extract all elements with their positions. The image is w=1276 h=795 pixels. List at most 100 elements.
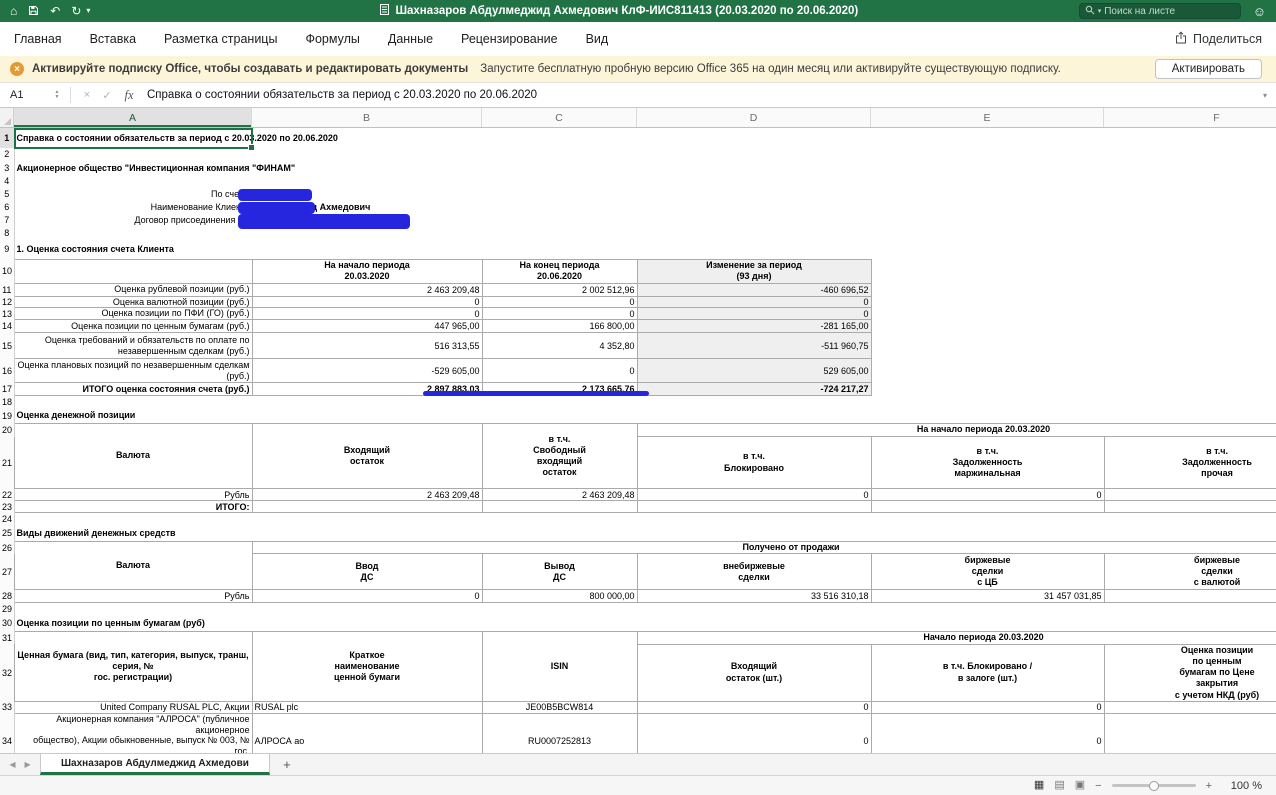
row-header-27[interactable]: 27 <box>0 553 15 590</box>
row-header-9[interactable]: 9 <box>0 239 15 259</box>
cell-b15[interactable]: 516 313,55 <box>251 332 483 360</box>
empty-cell[interactable] <box>871 259 1276 283</box>
cell-f28[interactable] <box>1103 589 1276 604</box>
row-header-33[interactable]: 33 <box>0 701 15 714</box>
row-header-11[interactable]: 11 <box>0 283 15 296</box>
row-header-20[interactable]: 20 <box>0 423 15 437</box>
cell-f21-header[interactable]: в т.ч. Задолженность прочая <box>1103 436 1276 490</box>
row-header-18[interactable]: 18 <box>0 395 15 408</box>
sheet-tab-active[interactable]: Шахназаров Абдулмеджид Ахмедови <box>40 754 270 775</box>
cell-b20-header[interactable]: Входящий остаток <box>251 423 483 490</box>
cell-d27-header[interactable]: внебиржевые сделки <box>636 553 872 591</box>
page-break-view-icon[interactable]: ▣ <box>1075 780 1085 791</box>
cell-a31-security-header[interactable]: Ценная бумага (вид, тип, категория, выпу… <box>13 631 253 702</box>
cell-b11[interactable]: 2 463 209,48 <box>251 282 483 297</box>
cell-a20-currency-header[interactable]: Валюта <box>13 423 253 490</box>
column-header-f[interactable]: F <box>1104 108 1276 127</box>
cell-d33[interactable]: 0 <box>636 700 872 714</box>
zoom-in-button[interactable]: + <box>1206 780 1212 792</box>
cell-d13[interactable]: 0 <box>636 307 872 321</box>
name-box-stepper[interactable]: ▲ ▼ <box>50 83 64 107</box>
column-header-d[interactable]: D <box>637 108 871 127</box>
column-header-a[interactable]: A <box>14 108 252 127</box>
cell-c15[interactable]: 4 352,80 <box>481 332 638 360</box>
cell-c34-isin[interactable]: RU0007252813 <box>481 712 638 753</box>
cell-a23-itogo[interactable]: ИТОГО: <box>13 500 253 514</box>
fx-icon[interactable]: fx <box>117 83 141 107</box>
cell-b5-redacted[interactable] <box>252 187 1276 200</box>
cell-a22-currency[interactable]: Рубль <box>13 488 253 502</box>
cell-e21-header[interactable]: в т.ч. Задолженность маржинальная <box>870 436 1105 490</box>
empty-cell[interactable] <box>871 383 1276 396</box>
cell-c12[interactable]: 0 <box>481 295 638 309</box>
row-header-22[interactable]: 22 <box>0 488 15 501</box>
empty-cell[interactable] <box>871 359 1276 383</box>
prev-sheet-icon[interactable]: ◀ <box>9 760 15 769</box>
empty-cell[interactable] <box>14 603 1276 615</box>
normal-view-icon[interactable]: ▦ <box>1034 780 1044 791</box>
cell-b26-sales-span[interactable]: Получено от продажи <box>251 541 1276 555</box>
cell-c16[interactable]: 0 <box>481 358 638 384</box>
cell-e33[interactable]: 0 <box>870 700 1105 714</box>
cell-d11[interactable]: -460 696,52 <box>636 282 872 297</box>
cell-b13[interactable]: 0 <box>251 307 483 321</box>
cell-a17-total-label[interactable]: ИТОГО оценка состояния счета (руб.) <box>13 382 253 397</box>
cell-f22[interactable] <box>1103 488 1276 502</box>
cell-b34[interactable]: АЛРОСА ао <box>251 712 483 753</box>
cell-a14-label[interactable]: Оценка позиции по ценным бумагам (руб.) <box>13 319 253 334</box>
row-header-5[interactable]: 5 <box>0 187 15 200</box>
row-header-17[interactable]: 17 <box>0 382 15 396</box>
page-layout-view-icon[interactable]: ▤ <box>1054 780 1064 791</box>
cell-d16[interactable]: 529 605,00 <box>636 358 872 384</box>
row-header-3[interactable]: 3 <box>0 160 15 175</box>
cell-c11[interactable]: 2 002 512,96 <box>481 282 638 297</box>
row-header-12[interactable]: 12 <box>0 296 15 308</box>
cell-c20-header[interactable]: в т.ч. Свободный входящий остаток <box>481 423 638 490</box>
row-header-14[interactable]: 14 <box>0 319 15 333</box>
tab-vstavka[interactable]: Вставка <box>90 32 136 46</box>
redo-caret-icon[interactable]: ▾ <box>86 7 90 15</box>
cell-d10-header[interactable]: Изменение за период (93 дня) <box>636 258 872 284</box>
empty-cell[interactable] <box>14 148 1276 160</box>
empty-cell[interactable] <box>14 226 1276 239</box>
empty-cell[interactable] <box>14 175 1276 187</box>
cell-e27-header[interactable]: биржевые сделки с ЦБ <box>870 553 1105 591</box>
cell-c14[interactable]: 166 800,00 <box>481 319 638 334</box>
empty-cell[interactable] <box>871 283 1276 296</box>
empty-cell[interactable] <box>871 320 1276 333</box>
cell-c13[interactable]: 0 <box>481 307 638 321</box>
cancel-icon[interactable]: × <box>77 83 97 107</box>
row-header-6[interactable]: 6 <box>0 200 15 213</box>
empty-cell[interactable] <box>871 333 1276 359</box>
add-sheet-button[interactable]: + <box>270 754 304 775</box>
redo-icon[interactable]: ↻ <box>71 5 81 17</box>
tab-razmetka[interactable]: Разметка страницы <box>164 32 277 46</box>
row-header-13[interactable]: 13 <box>0 307 15 320</box>
cell-a12-label[interactable]: Оценка валютной позиции (руб.) <box>13 295 253 309</box>
tab-recenzirovanie[interactable]: Рецензирование <box>461 32 558 46</box>
cell-a34-security[interactable]: Акционерная компания "АЛРОСА" (публичное… <box>13 712 253 753</box>
row-header-28[interactable]: 28 <box>0 589 15 603</box>
cell-d34[interactable]: 0 <box>636 712 872 753</box>
row-header-16[interactable]: 16 <box>0 358 15 383</box>
cell-f23[interactable] <box>1103 500 1276 514</box>
cell-c10-header[interactable]: На конец периода 20.06.2020 <box>481 258 638 284</box>
undo-icon[interactable]: ↶ <box>50 5 60 17</box>
cell-b28[interactable]: 0 <box>251 589 483 604</box>
row-header-4[interactable]: 4 <box>0 175 15 187</box>
row-header-7[interactable]: 7 <box>0 213 15 226</box>
cell-d22[interactable]: 0 <box>636 488 872 502</box>
row-header-34[interactable]: 34 <box>0 713 15 753</box>
column-header-c[interactable]: C <box>482 108 637 127</box>
cell-d12[interactable]: 0 <box>636 295 872 309</box>
cell-d32-header[interactable]: Входящий остаток (шт.) <box>636 643 872 702</box>
cell-b16[interactable]: -529 605,00 <box>251 358 483 384</box>
cell-a26-currency-header[interactable]: Валюта <box>13 541 253 591</box>
cell-e23[interactable] <box>870 500 1105 514</box>
stepper-down-icon[interactable]: ▼ <box>55 95 60 100</box>
cell-b33[interactable]: RUSAL plc <box>251 700 483 714</box>
cell-b22[interactable]: 2 463 209,48 <box>251 488 483 502</box>
cell-b6-client-name[interactable]: Абдулмеджид Ахмедович <box>252 200 1276 213</box>
cell-a33-security[interactable]: United Company RUSAL PLC, Акции <box>13 700 253 714</box>
cell-e28[interactable]: 31 457 031,85 <box>870 589 1105 604</box>
